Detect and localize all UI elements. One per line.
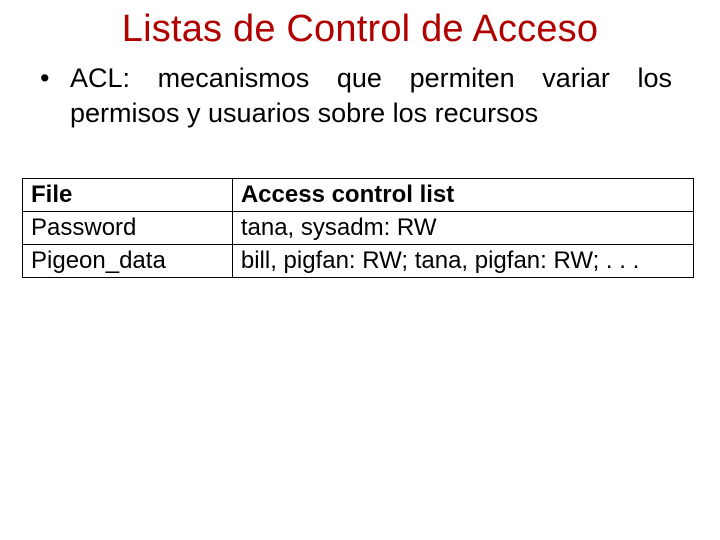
- slide-title: Listas de Control de Acceso: [0, 0, 720, 61]
- bullet-text: ACL: mecanismos que permiten variar los …: [70, 61, 672, 130]
- cell-file: Password: [23, 212, 233, 245]
- acl-table: File Access control list Password tana, …: [22, 178, 694, 278]
- cell-acl: tana, sysadm: RW: [232, 212, 693, 245]
- bullet-list: • ACL: mecanismos que permiten variar lo…: [0, 61, 720, 130]
- bullet-marker: •: [40, 61, 70, 130]
- bullet-item: • ACL: mecanismos que permiten variar lo…: [40, 61, 672, 130]
- cell-file: Pigeon_data: [23, 245, 233, 278]
- table-header-row: File Access control list: [23, 179, 694, 212]
- col-header-file: File: [23, 179, 233, 212]
- col-header-acl: Access control list: [232, 179, 693, 212]
- table-row: Pigeon_data bill, pigfan: RW; tana, pigf…: [23, 245, 694, 278]
- cell-acl: bill, pigfan: RW; tana, pigfan: RW; . . …: [232, 245, 693, 278]
- table-row: Password tana, sysadm: RW: [23, 212, 694, 245]
